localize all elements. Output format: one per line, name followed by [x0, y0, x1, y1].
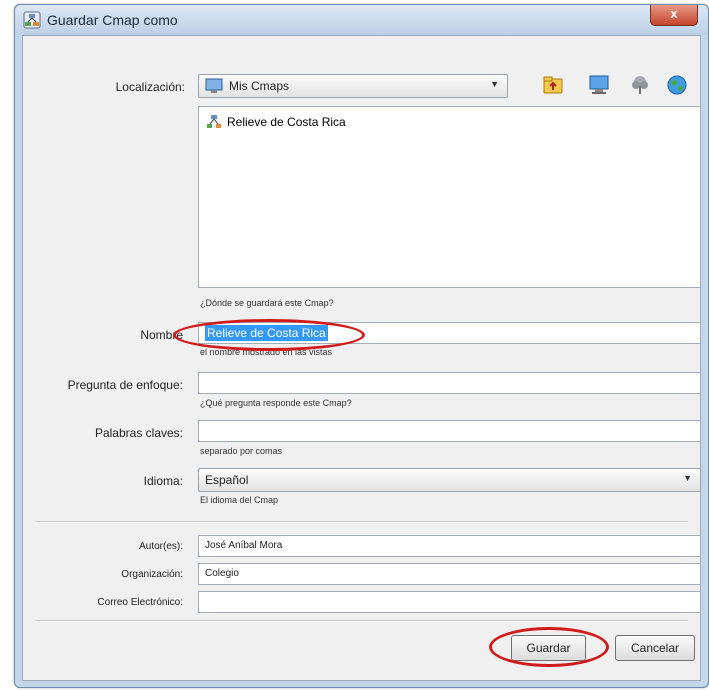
- keywords-field[interactable]: [198, 420, 701, 442]
- title-bar[interactable]: Guardar Cmap como x: [15, 5, 708, 35]
- location-label: Localización:: [115, 80, 185, 94]
- computer-small-icon: [205, 78, 223, 93]
- save-dialog-window: Guardar Cmap como x Localización: Mis Cm…: [14, 4, 709, 688]
- language-value: Español: [205, 473, 249, 487]
- authors-field[interactable]: José Aníbal Mora: [198, 535, 701, 557]
- location-value: Mis Cmaps: [229, 79, 290, 93]
- focus-question-label: Pregunta de enfoque:: [67, 378, 183, 392]
- location-dropdown[interactable]: Mis Cmaps ▼: [198, 74, 508, 98]
- name-label: Nombre: [140, 328, 183, 342]
- folder-up-icon[interactable]: [542, 74, 564, 96]
- organization-label: Organización:: [121, 569, 183, 580]
- authors-label: Autor(es):: [139, 541, 183, 552]
- server-tree-icon[interactable]: [629, 74, 651, 96]
- file-list[interactable]: Relieve de Costa Rica: [198, 106, 701, 288]
- chevron-down-icon: ▼: [490, 79, 499, 89]
- name-hint: el nombre mostrado en las vistas: [200, 347, 333, 357]
- save-button[interactable]: Guardar: [511, 635, 586, 661]
- language-dropdown[interactable]: Español ▼: [198, 468, 701, 492]
- chevron-down-icon: ▼: [683, 473, 692, 483]
- cancel-button[interactable]: Cancelar: [615, 635, 695, 661]
- email-label: Correo Electrónico:: [97, 597, 183, 608]
- name-field[interactable]: Relieve de Costa Rica: [198, 322, 701, 344]
- location-hint: ¿Dónde se guardará este Cmap?: [200, 298, 334, 308]
- computer-icon[interactable]: [588, 74, 610, 96]
- keywords-label: Palabras claves:: [94, 426, 183, 440]
- window-title: Guardar Cmap como: [47, 12, 178, 28]
- separator: [35, 620, 688, 622]
- cmap-app-icon: [23, 11, 41, 29]
- close-button[interactable]: x: [650, 5, 698, 26]
- dialog-body: Localización: Mis Cmaps ▼ Relieve de Cos…: [22, 35, 701, 681]
- cmap-icon: [207, 115, 221, 128]
- organization-field[interactable]: Colegio: [198, 563, 701, 585]
- close-icon: x: [670, 6, 678, 21]
- language-label: Idioma:: [143, 474, 183, 488]
- separator: [35, 521, 688, 523]
- email-field[interactable]: [198, 591, 701, 613]
- language-hint: El idioma del Cmap: [200, 495, 279, 505]
- keywords-hint: separado por comas: [200, 446, 283, 456]
- globe-icon[interactable]: [666, 74, 688, 96]
- focus-question-field[interactable]: [198, 372, 701, 394]
- name-value: Relieve de Costa Rica: [205, 325, 328, 341]
- list-item-label: Relieve de Costa Rica: [227, 115, 346, 129]
- focus-question-hint: ¿Qué pregunta responde este Cmap?: [200, 398, 352, 408]
